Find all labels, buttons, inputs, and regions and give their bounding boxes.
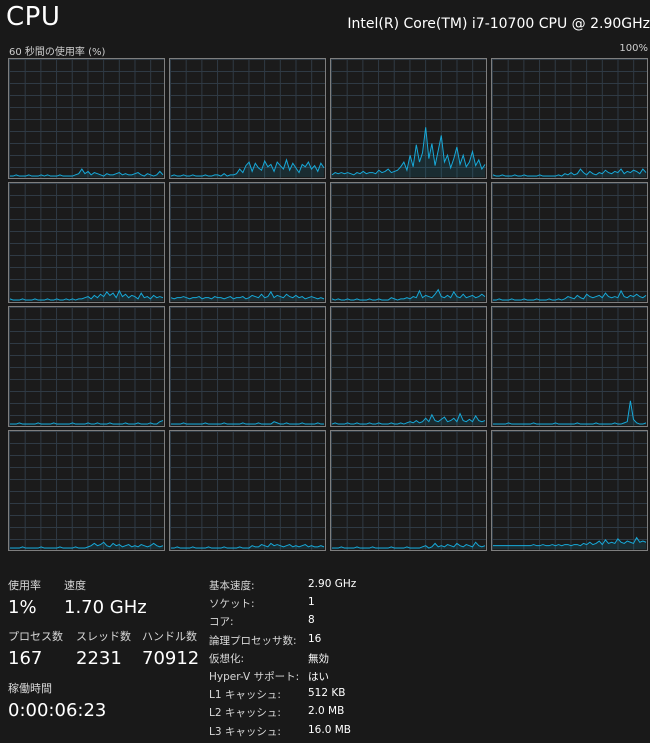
cpu-core-graph-8[interactable] bbox=[8, 306, 165, 427]
speed-label: 速度 bbox=[64, 579, 86, 592]
cpu-core-graph-7[interactable] bbox=[491, 182, 648, 303]
cpu-core-usage-line bbox=[492, 536, 647, 550]
handles-label: ハンドル数 bbox=[142, 630, 197, 643]
spec-value: 1 bbox=[308, 596, 315, 609]
cpu-core-graph-15[interactable] bbox=[491, 430, 648, 551]
processes-label: プロセス数 bbox=[8, 630, 63, 643]
cpu-core-usage-line bbox=[170, 542, 325, 550]
cpu-core-usage-line bbox=[331, 412, 486, 426]
graph-axis-label: 60 秒間の使用率 (%) bbox=[9, 47, 106, 58]
spec-label: コア: bbox=[209, 616, 234, 629]
spec-value: 16.0 MB bbox=[308, 723, 351, 736]
cpu-core-usage-line bbox=[331, 541, 486, 550]
cpu-core-graph-6[interactable] bbox=[330, 182, 487, 303]
spec-label: Hyper-V サポート: bbox=[209, 671, 300, 683]
uptime-value: 0:00:06:23 bbox=[8, 700, 107, 721]
cpu-model-name: Intel(R) Core(TM) i7-10700 CPU @ 2.90GHz bbox=[347, 16, 650, 32]
cpu-core-graph-2[interactable] bbox=[330, 58, 487, 179]
cpu-core-graph-14[interactable] bbox=[330, 430, 487, 551]
spec-value: はい bbox=[308, 671, 329, 683]
cpu-core-usage-line bbox=[170, 158, 325, 178]
cpu-core-usage-line bbox=[9, 420, 164, 426]
spec-label: 基本速度: bbox=[209, 580, 255, 592]
spec-label: L1 キャッシュ: bbox=[209, 689, 281, 702]
cpu-core-graph-11[interactable] bbox=[491, 306, 648, 427]
logical-processor-graphs[interactable] bbox=[8, 58, 650, 554]
cpu-core-graph-3[interactable] bbox=[491, 58, 648, 179]
stats-panel: 使用率 1% 速度 1.70 GHz プロセス数 167 スレッド数 2231 … bbox=[0, 570, 650, 743]
cpu-core-usage-line bbox=[492, 400, 647, 426]
cpu-core-graph-10[interactable] bbox=[330, 306, 487, 427]
cpu-core-usage-line bbox=[9, 168, 164, 178]
cpu-core-graph-13[interactable] bbox=[169, 430, 326, 551]
cpu-core-graph-12[interactable] bbox=[8, 430, 165, 551]
cpu-core-usage-line bbox=[331, 127, 486, 178]
cpu-core-usage-line bbox=[170, 290, 325, 302]
spec-label: ソケット: bbox=[209, 598, 255, 611]
spec-value: 2.0 MB bbox=[308, 705, 345, 718]
threads-label: スレッド数 bbox=[76, 630, 131, 643]
handles-value: 70912 bbox=[142, 648, 200, 669]
cpu-core-usage-line bbox=[170, 421, 325, 426]
spec-value: 16 bbox=[308, 632, 322, 645]
cpu-core-graph-5[interactable] bbox=[169, 182, 326, 303]
cpu-core-usage-line bbox=[9, 289, 164, 302]
spec-value: 512 KB bbox=[308, 687, 346, 700]
uptime-label: 稼働時間 bbox=[8, 682, 52, 695]
cpu-core-usage-line bbox=[9, 541, 164, 550]
speed-value: 1.70 GHz bbox=[64, 597, 147, 618]
spec-value: 8 bbox=[308, 614, 315, 627]
cpu-core-usage-line bbox=[331, 288, 486, 302]
spec-value: 無効 bbox=[308, 652, 329, 665]
spec-value: 2.90 GHz bbox=[308, 578, 357, 590]
threads-value: 2231 bbox=[76, 648, 122, 669]
header: CPU Intel(R) Core(TM) i7-10700 CPU @ 2.9… bbox=[0, 0, 650, 44]
cpu-core-usage-line bbox=[492, 289, 647, 302]
usage-value: 1% bbox=[8, 597, 37, 618]
cpu-core-graph-4[interactable] bbox=[8, 182, 165, 303]
spec-label: L2 キャッシュ: bbox=[209, 707, 281, 720]
cpu-core-graph-1[interactable] bbox=[169, 58, 326, 179]
cpu-core-usage-line bbox=[492, 168, 647, 178]
spec-label: 論理プロセッサ数: bbox=[209, 634, 297, 647]
processes-value: 167 bbox=[8, 648, 43, 669]
usage-label: 使用率 bbox=[8, 579, 41, 592]
page-title: CPU bbox=[6, 2, 61, 32]
cpu-core-graph-9[interactable] bbox=[169, 306, 326, 427]
cpu-core-graph-0[interactable] bbox=[8, 58, 165, 179]
spec-label: 仮想化: bbox=[209, 652, 245, 665]
spec-label: L3 キャッシュ: bbox=[209, 725, 281, 738]
graph-axis-max: 100% bbox=[619, 43, 648, 54]
